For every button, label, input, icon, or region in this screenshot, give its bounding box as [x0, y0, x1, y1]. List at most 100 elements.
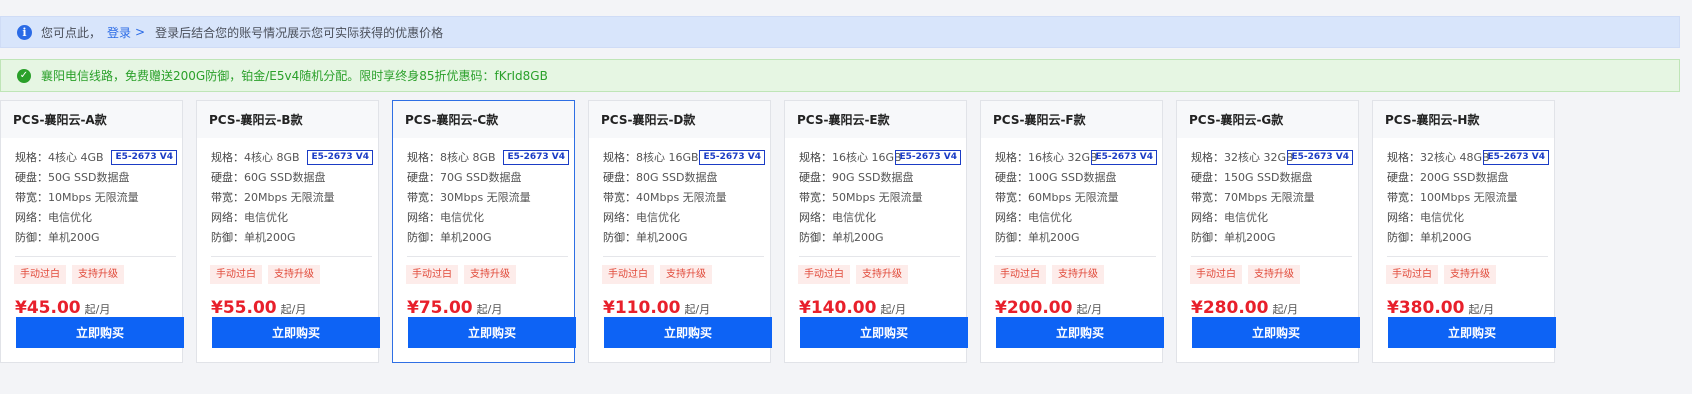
- tag-upgradeable: 支持升级: [1444, 265, 1496, 284]
- network-label: 网络：: [995, 211, 1028, 224]
- price-amount: ¥110.00: [603, 298, 681, 318]
- spec-value: 8核心 8GB: [440, 151, 496, 164]
- bandwidth-label: 带宽：: [15, 191, 48, 204]
- price-amount: ¥45.00: [15, 298, 81, 318]
- buy-now-button[interactable]: 立即购买: [1388, 317, 1556, 348]
- bandwidth-label: 带宽：: [1387, 191, 1420, 204]
- buy-now-button[interactable]: 立即购买: [1192, 317, 1360, 348]
- price: ¥75.00 起/月: [393, 284, 574, 318]
- tag-manual-whitelist: 手动过白: [210, 265, 262, 284]
- product-card[interactable]: PCS-襄阳云-G款 E5-2673 V4 规格：32核心 32GB 硬盘：150G …: [1176, 100, 1360, 363]
- spec-list: E5-2673 V4 规格：4核心 8GB 硬盘：60G SSD数据盘 带宽：20Mb…: [197, 138, 378, 248]
- price-unit: 起/月: [1468, 303, 1495, 316]
- product-card[interactable]: PCS-襄阳云-H款 E5-2673 V4 规格：32核心 48GB 硬盘：200G …: [1372, 100, 1556, 363]
- spec-label: 规格：: [15, 151, 48, 164]
- notice-prefix: 您可点此，: [41, 25, 102, 40]
- network-label: 网络：: [1387, 211, 1420, 224]
- tag-manual-whitelist: 手动过白: [1386, 265, 1438, 284]
- defense-value: 单机200G: [1028, 231, 1080, 244]
- tag-list: 手动过白 支持升级: [1177, 257, 1358, 284]
- bandwidth-value: 40Mbps 无限流量: [636, 191, 727, 204]
- price: ¥110.00 起/月: [589, 284, 770, 318]
- bandwidth-row: 带宽：40Mbps 无限流量: [603, 188, 770, 208]
- buy-now-button[interactable]: 立即购买: [800, 317, 968, 348]
- price: ¥380.00 起/月: [1373, 284, 1554, 318]
- network-label: 网络：: [1191, 211, 1224, 224]
- tag-manual-whitelist: 手动过白: [1190, 265, 1242, 284]
- promo-banner: ✓ 襄阳电信线路，免费赠送200G防御，铂金/E5v4随机分配。限时享终身85折…: [0, 59, 1680, 92]
- spec-label: 规格：: [1191, 151, 1224, 164]
- disk-row: 硬盘：90G SSD数据盘: [799, 168, 966, 188]
- network-label: 网络：: [211, 211, 244, 224]
- defense-label: 防御：: [1191, 231, 1224, 244]
- spec-label: 规格：: [1387, 151, 1420, 164]
- tag-upgradeable: 支持升级: [464, 265, 516, 284]
- product-card[interactable]: PCS-襄阳云-F款 E5-2673 V4 规格：16核心 32GB 硬盘：100G …: [980, 100, 1164, 363]
- spec-list: E5-2673 V4 规格：16核心 32GB 硬盘：100G SSD数据盘 带宽：6…: [981, 138, 1162, 248]
- price-unit: 起/月: [476, 303, 503, 316]
- disk-value: 100G SSD数据盘: [1028, 171, 1117, 184]
- login-link[interactable]: 登录: [107, 24, 131, 41]
- disk-label: 硬盘：: [407, 171, 440, 184]
- disk-label: 硬盘：: [799, 171, 832, 184]
- info-icon: i: [17, 24, 32, 40]
- check-circle-icon: ✓: [17, 68, 31, 83]
- network-row: 网络：电信优化: [799, 208, 966, 228]
- defense-row: 防御：单机200G: [211, 228, 378, 248]
- disk-value: 50G SSD数据盘: [48, 171, 130, 184]
- bandwidth-row: 带宽：10Mbps 无限流量: [15, 188, 182, 208]
- product-card[interactable]: PCS-襄阳云-D款 E5-2673 V4 规格：8核心 16GB 硬盘：80G SS…: [588, 100, 772, 363]
- bandwidth-row: 带宽：100Mbps 无限流量: [1387, 188, 1554, 208]
- network-value: 电信优化: [440, 211, 484, 224]
- product-card[interactable]: PCS-襄阳云-E款 E5-2673 V4 规格：16核心 16GB 硬盘：90G S…: [784, 100, 968, 363]
- network-value: 电信优化: [244, 211, 288, 224]
- spec-list: E5-2673 V4 规格：8核心 8GB 硬盘：70G SSD数据盘 带宽：30Mb…: [393, 138, 574, 248]
- disk-row: 硬盘：80G SSD数据盘: [603, 168, 770, 188]
- product-card[interactable]: PCS-襄阳云-B款 E5-2673 V4 规格：4核心 8GB 硬盘：60G SSD…: [196, 100, 380, 363]
- product-card[interactable]: PCS-襄阳云-A款 E5-2673 V4 规格：4核心 4GB 硬盘：50G SSD…: [0, 100, 184, 363]
- cpu-badge: E5-2673 V4: [307, 150, 373, 165]
- network-row: 网络：电信优化: [211, 208, 378, 228]
- buy-now-button[interactable]: 立即购买: [408, 317, 576, 348]
- defense-value: 单机200G: [636, 231, 688, 244]
- login-notice: i 您可点此， 登录 > 登录后结合您的账号情况展示您可实际获得的优惠价格: [0, 16, 1680, 48]
- network-row: 网络：电信优化: [15, 208, 182, 228]
- buy-now-button[interactable]: 立即购买: [212, 317, 380, 348]
- disk-row: 硬盘：70G SSD数据盘: [407, 168, 574, 188]
- page: i 您可点此， 登录 > 登录后结合您的账号情况展示您可实际获得的优惠价格 ✓ …: [0, 0, 1692, 394]
- cpu-badge: E5-2673 V4: [1483, 150, 1549, 165]
- bandwidth-row: 带宽：70Mbps 无限流量: [1191, 188, 1358, 208]
- buy-now-button[interactable]: 立即购买: [996, 317, 1164, 348]
- tag-list: 手动过白 支持升级: [981, 257, 1162, 284]
- network-row: 网络：电信优化: [995, 208, 1162, 228]
- buy-now-button[interactable]: 立即购买: [604, 317, 772, 348]
- network-row: 网络：电信优化: [1191, 208, 1358, 228]
- tag-manual-whitelist: 手动过白: [994, 265, 1046, 284]
- bandwidth-value: 10Mbps 无限流量: [48, 191, 139, 204]
- spec-value: 32核心 32GB: [1224, 151, 1294, 164]
- price-unit: 起/月: [1076, 303, 1103, 316]
- spec-label: 规格：: [799, 151, 832, 164]
- disk-label: 硬盘：: [1191, 171, 1224, 184]
- disk-row: 硬盘：150G SSD数据盘: [1191, 168, 1358, 188]
- product-card[interactable]: PCS-襄阳云-C款 E5-2673 V4 规格：8核心 8GB 硬盘：70G SSD…: [392, 100, 576, 363]
- spec-label: 规格：: [211, 151, 244, 164]
- price: ¥55.00 起/月: [197, 284, 378, 318]
- defense-label: 防御：: [995, 231, 1028, 244]
- spec-list: E5-2673 V4 规格：8核心 16GB 硬盘：80G SSD数据盘 带宽：40M…: [589, 138, 770, 248]
- disk-label: 硬盘：: [211, 171, 244, 184]
- disk-value: 90G SSD数据盘: [832, 171, 914, 184]
- product-name: PCS-襄阳云-G款: [1177, 101, 1358, 138]
- buy-now-button[interactable]: 立即购买: [16, 317, 184, 348]
- price-amount: ¥280.00: [1191, 298, 1269, 318]
- bandwidth-value: 70Mbps 无限流量: [1224, 191, 1315, 204]
- tag-upgradeable: 支持升级: [1248, 265, 1300, 284]
- disk-label: 硬盘：: [603, 171, 636, 184]
- product-name: PCS-襄阳云-H款: [1373, 101, 1554, 138]
- chevron-right-icon[interactable]: >: [135, 25, 145, 39]
- defense-row: 防御：单机200G: [1191, 228, 1358, 248]
- promo-message: 襄阳电信线路，免费赠送200G防御，铂金/E5v4随机分配。限时享终身85折优惠…: [41, 69, 548, 83]
- spec-value: 4核心 8GB: [244, 151, 300, 164]
- defense-value: 单机200G: [1224, 231, 1276, 244]
- spec-label: 规格：: [407, 151, 440, 164]
